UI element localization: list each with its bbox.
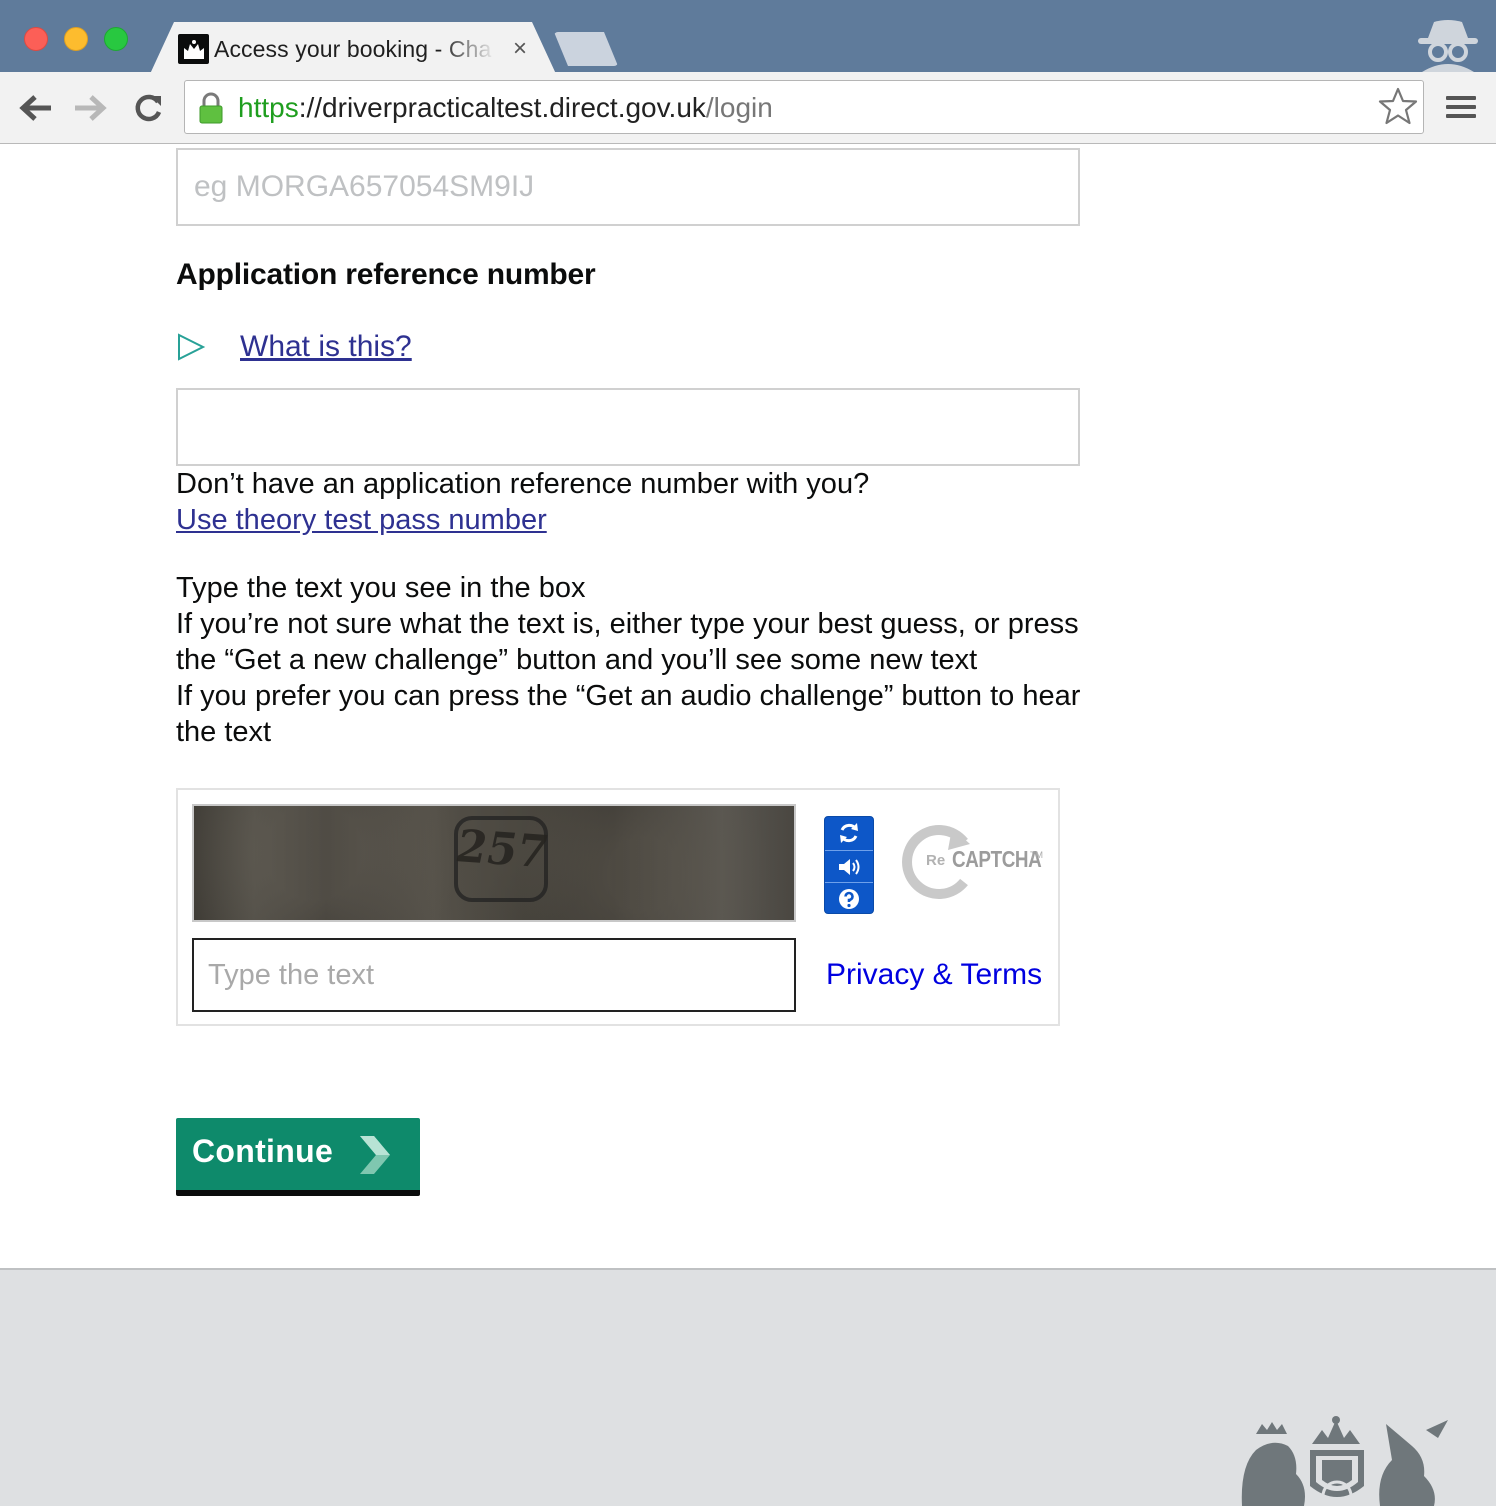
captcha-instructions: Type the text you see in the box If you’… [176,570,1096,750]
arrow-left-icon [19,95,51,121]
royal-coat-of-arms-icon [1241,1416,1448,1506]
recaptcha-logo-tm: TM [1030,850,1043,860]
continue-button-label[interactable]: Continue [192,1130,333,1172]
bookmark-star-icon[interactable] [1378,86,1418,126]
url-text[interactable]: https://driverpracticaltest.direct.gov.u… [238,88,773,128]
captcha-instruction-line: Type the text you see in the box [176,572,586,604]
privacy-terms-link[interactable]: Privacy & Terms [826,956,1042,994]
speaker-icon [839,858,860,875]
help-icon [839,888,859,909]
refresh-icon [840,823,858,843]
captcha-help-button[interactable] [825,882,873,914]
minimize-window-button[interactable] [64,27,88,51]
app-ref-label: Application reference number [176,258,596,291]
theory-pass-link[interactable]: Use theory test pass number [176,502,547,538]
new-challenge-button[interactable] [825,817,873,849]
tab-title-fade [440,34,502,64]
driving-licence-input[interactable] [176,148,1080,226]
reload-button[interactable] [130,90,166,126]
captcha-image-text: 257 [451,820,553,879]
menu-icon[interactable] [1444,92,1478,124]
url-scheme: https [238,92,299,123]
arrow-right-icon [75,95,107,121]
lock-icon [199,92,223,124]
forward-button[interactable] [72,90,108,126]
audio-challenge-button[interactable] [825,850,873,882]
chevron-right-icon[interactable] [356,1134,392,1176]
captcha-instruction-line: If you prefer you can press the “Get an … [176,680,1081,748]
no-ref-hint: Don’t have an application reference numb… [176,468,870,500]
url-path: /login [705,92,773,123]
back-button[interactable] [18,90,54,126]
recaptcha-logo-word: CAPTCHA [952,846,1042,872]
url-separator: :// [298,92,323,123]
crown-favicon-icon [178,34,209,64]
captcha-image: 257 [192,804,796,922]
tab-close-icon[interactable]: × [508,34,532,64]
triangle-right-icon[interactable] [176,333,206,361]
zoom-window-button[interactable] [104,27,128,51]
reload-icon [135,94,162,122]
what-is-this-link[interactable]: What is this? [240,328,412,366]
recaptcha-logo-prefix: Re [926,852,946,869]
app-ref-input[interactable] [176,388,1080,466]
captcha-instruction-line: If you’re not sure what the text is, eit… [176,608,1079,676]
captcha-text-input[interactable] [192,938,796,1012]
captcha-controls [824,816,874,914]
incognito-icon [1418,20,1478,72]
close-window-button[interactable] [24,27,48,51]
url-host: driverpracticaltest.direct.gov.uk [322,92,706,123]
